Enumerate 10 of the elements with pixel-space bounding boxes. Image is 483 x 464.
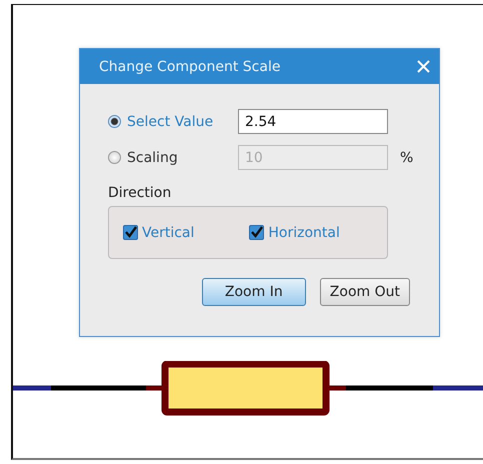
radio-button[interactable]: Select Value — [108, 114, 238, 130]
close-icon[interactable] — [417, 60, 430, 73]
input-field[interactable]: 2.54 — [238, 109, 388, 134]
checkmark-icon — [124, 226, 137, 239]
dialog-title: Change Component Scale — [99, 58, 280, 74]
zoom-button[interactable]: Zoom Out — [320, 278, 410, 306]
checkmark-icon — [250, 226, 264, 239]
group-label: Direction — [108, 185, 172, 201]
unit-label: % — [400, 150, 414, 166]
zoom-button[interactable]: Zoom In — [202, 278, 306, 306]
